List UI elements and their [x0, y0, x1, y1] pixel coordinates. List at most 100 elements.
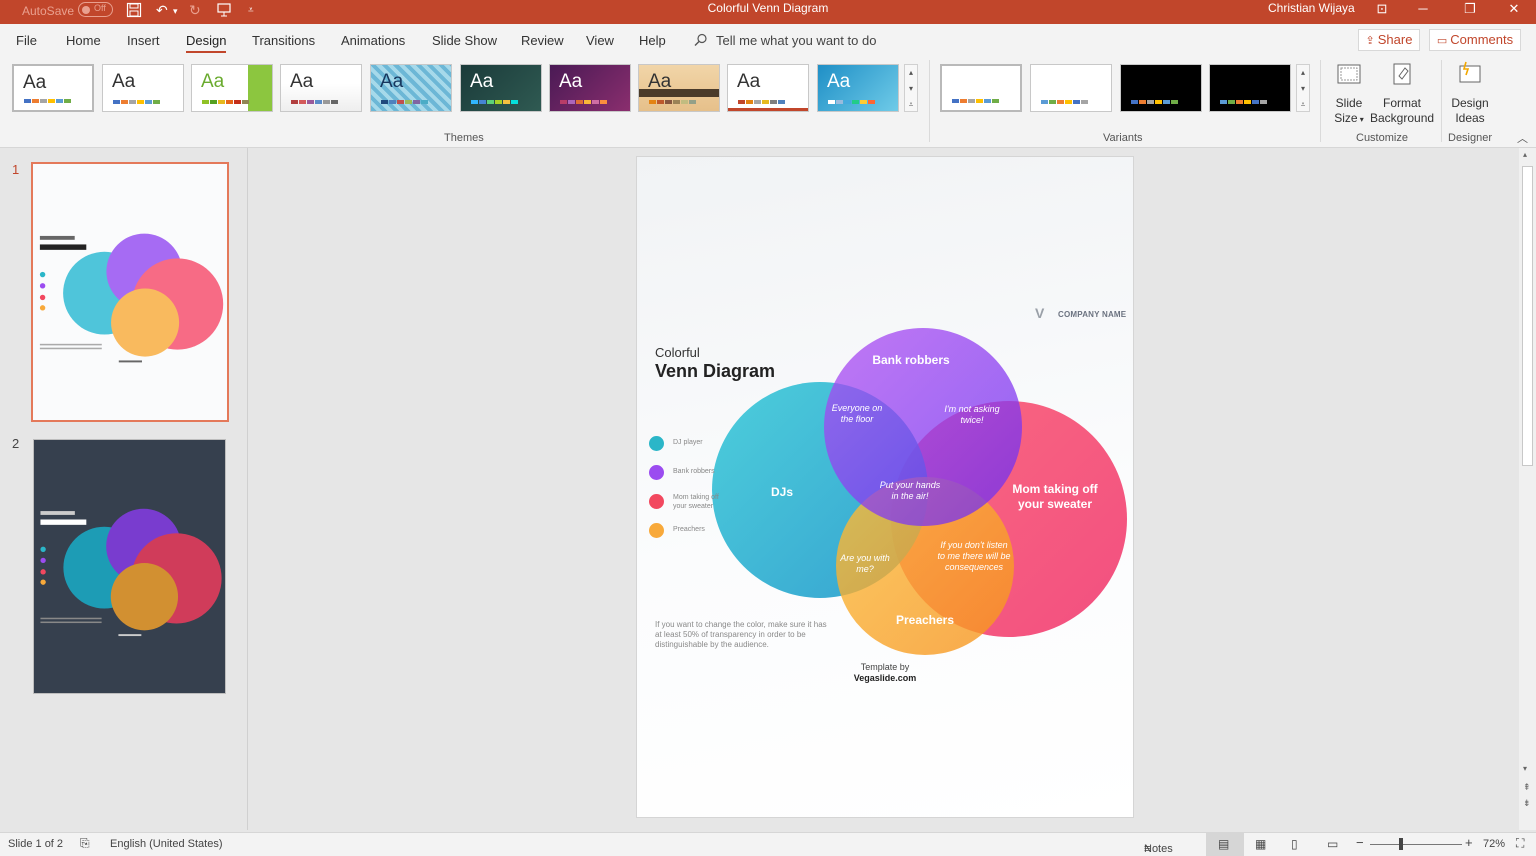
- intersection-hands: Put your hands in the air!: [879, 480, 941, 501]
- theme-integral[interactable]: Aa: [280, 64, 362, 112]
- theme-sample-text: Aa: [112, 71, 136, 92]
- variants-gallery-scroll[interactable]: ▴ ▾ ⩡: [1296, 64, 1310, 112]
- lightbulb-search-icon: [694, 33, 707, 46]
- theme-stripe: [728, 108, 808, 111]
- theme-retrospect[interactable]: Aa: [638, 64, 720, 112]
- tell-me-search[interactable]: Tell me what you want to do: [694, 33, 876, 48]
- variant-color-bar: [1220, 100, 1267, 104]
- group-separator: [1441, 60, 1442, 142]
- format-background-icon: [1393, 63, 1411, 85]
- slide-number-1: 1: [12, 162, 20, 177]
- tab-help[interactable]: Help: [639, 33, 666, 48]
- slide-size-label-1: Slide: [1335, 96, 1363, 110]
- tab-design[interactable]: Design: [186, 33, 227, 53]
- scroll-down-icon[interactable]: ▾: [1523, 764, 1527, 773]
- more-icon[interactable]: ⩡: [905, 97, 917, 113]
- minimize-icon[interactable]: ─: [1403, 0, 1443, 24]
- reading-view-icon[interactable]: ▯: [1291, 837, 1298, 851]
- label-djs: DJs: [770, 485, 793, 499]
- title-bar: AutoSave Off ↶ ▾ ↻ ⩡ Colorful Venn Diagr…: [0, 0, 1536, 24]
- tell-me-text: Tell me what you want to do: [716, 33, 877, 48]
- next-slide-icon[interactable]: ⇟: [1523, 798, 1531, 809]
- comments-button[interactable]: ▭ Comments: [1429, 29, 1521, 51]
- theme-ion-boardroom[interactable]: Aa: [460, 64, 542, 112]
- slide-sorter-icon[interactable]: ▦: [1255, 837, 1266, 851]
- label-mom: Mom taking off your sweater: [1012, 482, 1098, 511]
- tab-animations[interactable]: Animations: [341, 33, 405, 48]
- tab-slide-show[interactable]: Slide Show: [432, 33, 497, 48]
- restore-icon[interactable]: ❐: [1450, 0, 1490, 24]
- tab-file[interactable]: File: [16, 33, 37, 48]
- tab-home[interactable]: Home: [66, 33, 101, 48]
- slide-size-button[interactable]: Slide Size ▾: [1332, 60, 1366, 127]
- more-icon[interactable]: ⩡: [1297, 97, 1309, 113]
- ribbon-display-icon[interactable]: ⊡: [1362, 0, 1402, 24]
- legend-label: Mom taking off your sweater: [673, 494, 719, 510]
- zoom-slider-handle[interactable]: [1399, 838, 1403, 850]
- legend-label: Preachers: [673, 526, 705, 533]
- language-status[interactable]: English (United States): [110, 838, 223, 850]
- theme-ion-pattern[interactable]: Aa: [370, 64, 452, 112]
- variant-color-bar: [1041, 100, 1088, 104]
- previous-slide-icon[interactable]: ⇞: [1523, 782, 1531, 793]
- status-bar: Slide 1 of 2 ⎘ English (United States) ≡…: [0, 832, 1536, 856]
- vertical-scrollbar[interactable]: ▴ ▾ ⇞ ⇟: [1519, 148, 1536, 830]
- slide-count: Slide 1 of 2: [8, 838, 64, 850]
- zoom-out-button[interactable]: −: [1356, 835, 1364, 850]
- label-bank-robbers: Bank robbers: [872, 353, 950, 367]
- zoom-level[interactable]: 72%: [1483, 838, 1505, 850]
- normal-view-icon: ▤: [1218, 837, 1230, 851]
- slide-thumbnail-2[interactable]: [33, 439, 226, 694]
- scroll-up-icon[interactable]: ▴: [1523, 150, 1527, 159]
- theme-color-bar: [649, 100, 696, 104]
- tab-view[interactable]: View: [586, 33, 614, 48]
- ribbon-tabs: File Home Insert Design Transitions Anim…: [0, 24, 1536, 56]
- variant-4[interactable]: [1209, 64, 1291, 112]
- spelling-check-icon[interactable]: ⎘: [80, 836, 90, 851]
- designer-group-label: Designer: [1448, 132, 1493, 144]
- variant-2[interactable]: [1030, 64, 1112, 112]
- credit-line-2: Vegaslide.com: [853, 673, 917, 683]
- theme-stripe: [639, 89, 719, 97]
- variant-color-bar: [1131, 100, 1178, 104]
- scroll-down-icon[interactable]: ▾: [905, 81, 917, 97]
- user-name[interactable]: Christian Wijaya: [1268, 1, 1355, 15]
- scroll-up-icon[interactable]: ▴: [905, 65, 917, 81]
- theme-office[interactable]: Aa: [12, 64, 94, 112]
- variants-group-label: Variants: [1103, 132, 1143, 144]
- close-icon[interactable]: ✕: [1494, 0, 1534, 24]
- theme-organic[interactable]: Aa: [549, 64, 631, 112]
- tab-review[interactable]: Review: [521, 33, 564, 48]
- variant-3[interactable]: [1120, 64, 1202, 112]
- theme-color-bar: [202, 100, 249, 104]
- tab-transitions[interactable]: Transitions: [252, 33, 315, 48]
- scroll-up-icon[interactable]: ▴: [1297, 65, 1309, 81]
- label-preachers: Preachers: [895, 613, 955, 627]
- theme-color-bar: [560, 100, 607, 104]
- design-ideas-icon: [1459, 61, 1481, 83]
- zoom-in-button[interactable]: +: [1465, 835, 1473, 850]
- theme-slice[interactable]: Aa: [727, 64, 809, 112]
- slideshow-view-icon[interactable]: ▭: [1327, 837, 1338, 851]
- slide-note: If you want to change the color, make su…: [655, 620, 827, 649]
- scrollbar-thumb[interactable]: [1522, 166, 1533, 466]
- company-logo: V: [1035, 305, 1045, 321]
- theme-office-2[interactable]: Aa: [102, 64, 184, 112]
- zoom-slider-track[interactable]: [1370, 844, 1462, 845]
- variant-1[interactable]: [940, 64, 1022, 112]
- collapse-ribbon-icon[interactable]: ︿: [1517, 130, 1528, 146]
- theme-color-bar: [738, 100, 785, 104]
- themes-gallery-scroll[interactable]: ▴ ▾ ⩡: [904, 64, 918, 112]
- theme-wisp[interactable]: Aa: [817, 64, 899, 112]
- share-button[interactable]: ⇪ Share: [1358, 29, 1420, 51]
- scroll-down-icon[interactable]: ▾: [1297, 81, 1309, 97]
- powerpoint-window: AutoSave Off ↶ ▾ ↻ ⩡ Colorful Venn Diagr…: [0, 0, 1536, 856]
- slide-thumbnail-1[interactable]: [31, 162, 229, 422]
- current-slide[interactable]: V COMPANY NAME Colorful Venn Diagram DJ …: [636, 156, 1134, 818]
- design-ideas-button[interactable]: Design Ideas: [1450, 60, 1490, 126]
- fit-to-window-icon[interactable]: ⛶: [1516, 836, 1524, 851]
- variant-color-bar: [952, 99, 999, 103]
- format-background-button[interactable]: Format Background: [1370, 60, 1434, 126]
- tab-insert[interactable]: Insert: [127, 33, 160, 48]
- theme-facet[interactable]: Aa: [191, 64, 273, 112]
